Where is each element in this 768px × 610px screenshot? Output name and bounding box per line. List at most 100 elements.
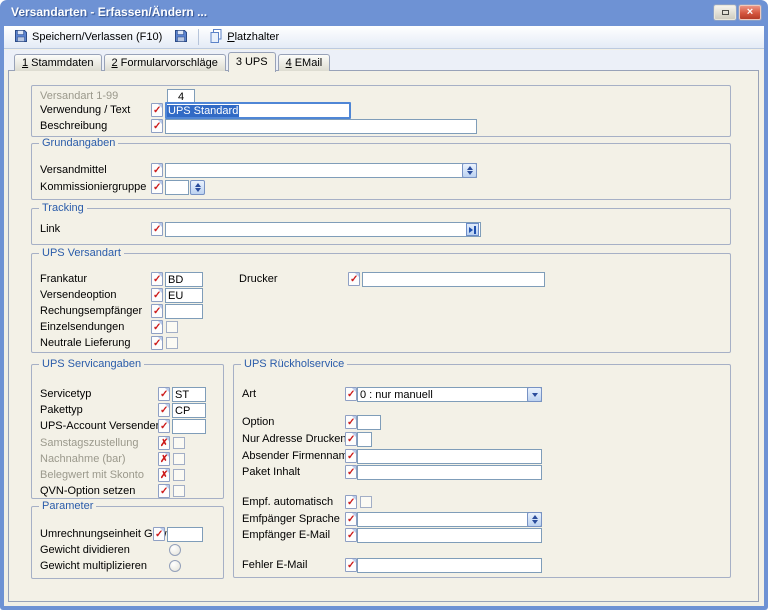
tab-email[interactable]: 4 EMail (277, 54, 331, 71)
art-label: Art (242, 388, 257, 400)
note-check-icon[interactable] (348, 272, 360, 286)
spinner-icon[interactable] (527, 512, 542, 527)
pakettyp-label: Pakettyp (40, 404, 83, 416)
frankatur-label: Frankatur (40, 273, 88, 285)
neutrale-lieferung-checkbox[interactable] (166, 337, 178, 349)
spinner-icon[interactable] (462, 163, 477, 178)
note-check-icon[interactable] (345, 432, 357, 446)
qvn-option-label: QVN-Option setzen (40, 485, 136, 497)
drucker-label: Drucker (239, 273, 278, 285)
note-check-icon[interactable] (151, 272, 163, 286)
note-check-icon[interactable] (151, 180, 163, 194)
note-check-icon[interactable] (158, 387, 170, 401)
group-title: UPS Versandart (39, 247, 124, 259)
group-ups-rueckholservice: UPS Rückholservice Art 0 : nur manuell O… (233, 358, 731, 578)
neutrale-lieferung-label: Neutrale Lieferung (40, 337, 131, 349)
drucker-input[interactable] (362, 272, 545, 287)
group-parameter: Parameter Umrechnungseinheit Gewicht Gew… (31, 500, 224, 579)
maximize-button[interactable] (714, 5, 736, 20)
close-button[interactable]: × (739, 5, 761, 20)
tab-bar: 1 Stammdaten 2 Formularvorschläge 3 UPS 4 EM… (14, 52, 331, 72)
art-dropdown[interactable]: 0 : nur manuell (357, 387, 542, 402)
belegwert-label: Belegwert mit Skonto (40, 469, 144, 481)
note-check-icon[interactable] (158, 484, 170, 498)
spinner-icon[interactable] (190, 180, 205, 195)
group-title: Parameter (39, 500, 97, 512)
toolbar-separator (198, 29, 200, 45)
frankatur-input[interactable] (165, 272, 203, 287)
note-x-icon[interactable] (158, 468, 170, 482)
note-check-icon[interactable] (151, 103, 163, 117)
beschreibung-input[interactable] (165, 119, 477, 134)
note-check-icon[interactable] (151, 304, 163, 318)
save-exit-button[interactable]: Speichern/Verlassen (F10) (8, 26, 168, 49)
empfaenger-sprache-label: Emfpänger Sprache (242, 513, 340, 525)
tab-stammdaten[interactable]: 1 Stammdaten (14, 54, 102, 71)
note-check-icon[interactable] (345, 465, 357, 479)
versandmittel-input[interactable] (165, 163, 477, 178)
gewicht-dividieren-label: Gewicht dividieren (40, 544, 130, 556)
app-window: Versandarten - Erfassen/Ändern ... × Spe… (0, 0, 768, 610)
note-check-icon[interactable] (151, 320, 163, 334)
option-input[interactable] (357, 415, 381, 430)
note-check-icon[interactable] (158, 419, 170, 433)
paket-inhalt-input[interactable] (357, 465, 542, 480)
empfaenger-email-input[interactable] (357, 528, 542, 543)
link-input[interactable] (165, 222, 481, 237)
save-button[interactable] (168, 26, 194, 49)
kommissioniergruppe-label: Kommissioniergruppe (40, 181, 147, 193)
verwendung-label: Verwendung / Text (40, 104, 131, 116)
note-check-icon[interactable] (151, 336, 163, 350)
platzhalter-button[interactable]: Platzhalter (203, 26, 285, 49)
einzelsendungen-checkbox[interactable] (166, 321, 178, 333)
kommissioniergruppe-input[interactable] (165, 180, 189, 195)
versandmittel-label: Versandmittel (40, 164, 107, 176)
pakettyp-input[interactable] (172, 403, 206, 418)
absender-input[interactable] (357, 449, 542, 464)
nachnahme-checkbox[interactable] (173, 453, 185, 465)
note-check-icon[interactable] (345, 415, 357, 429)
tab-formularvorschlaege[interactable]: 2 Formularvorschläge (103, 54, 226, 71)
note-check-icon[interactable] (151, 288, 163, 302)
note-check-icon[interactable] (345, 449, 357, 463)
note-x-icon[interactable] (158, 452, 170, 466)
ups-account-input[interactable] (172, 419, 206, 434)
note-check-icon[interactable] (345, 387, 357, 401)
empf-automatisch-checkbox[interactable] (360, 496, 372, 508)
qvn-option-checkbox[interactable] (173, 485, 185, 497)
umrechnung-input[interactable] (167, 527, 203, 542)
fehler-email-input[interactable] (357, 558, 542, 573)
client-area: Speichern/Verlassen (F10) Platzhalter 1S… (4, 26, 764, 606)
note-check-icon[interactable] (151, 222, 163, 236)
tab-panel-ups: Versandart 1-99 Verwendung / Text UPS St… (8, 70, 759, 602)
note-x-icon[interactable] (158, 436, 170, 450)
group-title: Tracking (39, 202, 87, 214)
option-label: Option (242, 416, 275, 428)
samstagszustellung-checkbox[interactable] (173, 437, 185, 449)
title-bar: Versandarten - Erfassen/Ändern ... × (0, 0, 768, 26)
tab-ups[interactable]: 3 UPS (227, 52, 276, 72)
rechungsempfaenger-input[interactable] (165, 304, 203, 319)
note-check-icon[interactable] (345, 528, 357, 542)
einzelsendungen-label: Einzelsendungen (40, 321, 125, 333)
empfaenger-sprache-input[interactable] (357, 512, 542, 527)
samstagszustellung-label: Samstagszustellung (40, 437, 139, 449)
gewicht-dividieren-radio[interactable] (169, 544, 181, 556)
note-check-icon[interactable] (153, 527, 165, 541)
gewicht-multiplizieren-radio[interactable] (169, 560, 181, 572)
versendeoption-input[interactable] (165, 288, 203, 303)
note-check-icon[interactable] (151, 119, 163, 133)
verwendung-input[interactable]: UPS Standard (165, 102, 351, 119)
save-icon (174, 29, 188, 46)
note-check-icon[interactable] (345, 558, 357, 572)
belegwert-checkbox[interactable] (173, 469, 185, 481)
note-check-icon[interactable] (345, 512, 357, 526)
note-check-icon[interactable] (158, 403, 170, 417)
note-check-icon[interactable] (345, 495, 357, 509)
servicetyp-input[interactable] (172, 387, 206, 402)
nur-adresse-input[interactable] (357, 432, 372, 447)
group-ups-servicangaben: UPS Servicangaben Servicetyp Pakettyp UP… (31, 358, 224, 499)
dropdown-icon[interactable] (527, 387, 542, 402)
goto-link-icon[interactable] (466, 223, 479, 236)
note-check-icon[interactable] (151, 163, 163, 177)
